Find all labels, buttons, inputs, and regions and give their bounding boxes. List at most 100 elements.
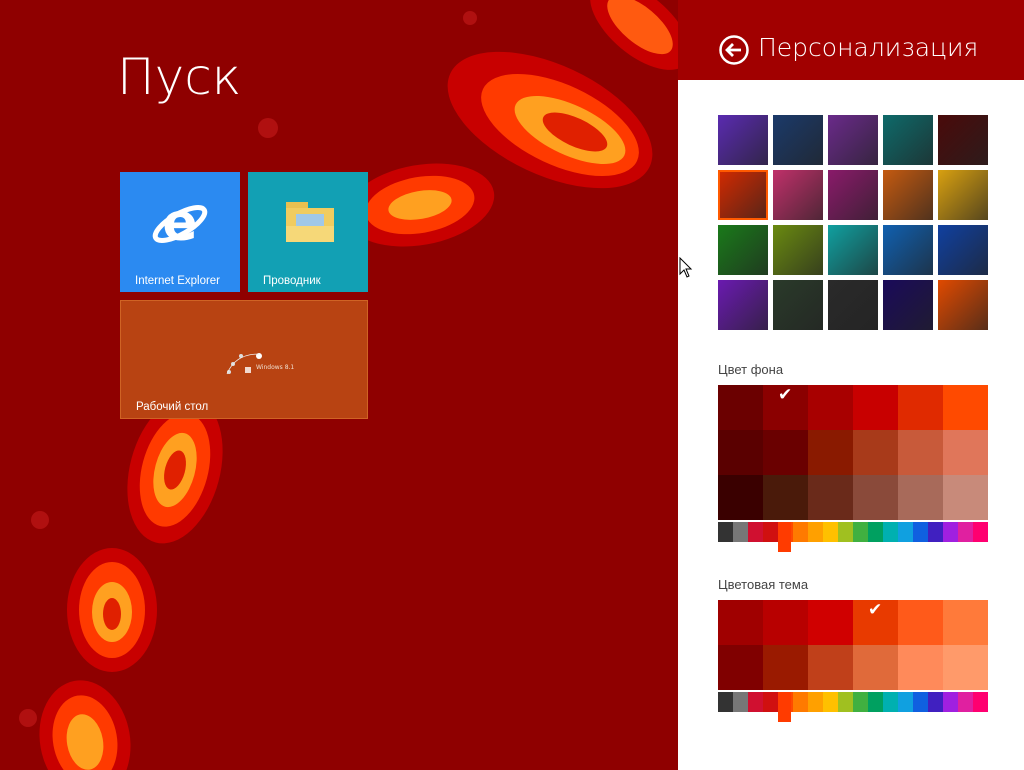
hue-strip-segment[interactable] [883, 692, 898, 712]
hue-strip-segment[interactable] [973, 692, 988, 712]
desktop-tile[interactable]: Windows 8.1 Рабочий стол [120, 300, 368, 419]
background-thumbnail[interactable] [938, 280, 988, 330]
panel-title: Персонализация [758, 33, 979, 62]
hue-strip-segment[interactable] [718, 692, 733, 712]
hue-strip-segment[interactable] [793, 692, 808, 712]
background-thumbnail[interactable] [828, 115, 878, 165]
hue-strip-segment[interactable] [763, 522, 778, 542]
start-screen: Пуск e Internet Explorer Проводник Windo… [0, 0, 678, 770]
color-swatch[interactable]: ✔ [763, 385, 808, 430]
hue-strip-segment[interactable] [823, 522, 838, 542]
background-thumbnail[interactable] [828, 280, 878, 330]
background-thumbnail[interactable] [718, 115, 768, 165]
hue-strip-segment[interactable] [943, 692, 958, 712]
color-swatch[interactable] [763, 430, 808, 475]
hue-strip-segment[interactable] [823, 692, 838, 712]
hue-strip-segment[interactable] [898, 522, 913, 542]
desktop-preview-text: Windows 8.1 [256, 364, 295, 371]
hue-strip-segment[interactable] [958, 692, 973, 712]
color-swatch[interactable] [763, 645, 808, 690]
personalization-panel: Персонализация Цвет фона ✔ Цветовая тема… [678, 0, 1024, 770]
color-swatch[interactable]: ✔ [853, 600, 898, 645]
color-swatch[interactable] [718, 430, 763, 475]
background-thumbnail[interactable] [883, 115, 933, 165]
hue-strip-segment[interactable] [838, 692, 853, 712]
color-swatch[interactable] [898, 430, 943, 475]
background-thumbnail[interactable] [938, 225, 988, 275]
checkmark-icon: ✔ [778, 385, 793, 405]
color-swatch[interactable] [718, 475, 763, 520]
color-swatch[interactable] [898, 385, 943, 430]
background-thumbnail[interactable] [718, 170, 768, 220]
background-thumbnail[interactable] [938, 115, 988, 165]
background-thumbnail[interactable] [828, 170, 878, 220]
color-swatch[interactable] [808, 430, 853, 475]
color-swatch[interactable] [853, 430, 898, 475]
hue-strip-segment[interactable] [943, 522, 958, 542]
hue-strip-segment[interactable] [868, 522, 883, 542]
hue-strip-segment[interactable] [883, 522, 898, 542]
hue-strip-segment[interactable] [808, 692, 823, 712]
color-swatch[interactable] [763, 475, 808, 520]
start-title: Пуск [117, 48, 242, 106]
hue-slider-thumb[interactable] [778, 692, 791, 722]
hue-strip-segment[interactable] [853, 692, 868, 712]
hue-strip-segment[interactable] [913, 692, 928, 712]
hue-slider-thumb[interactable] [778, 522, 791, 552]
color-swatch[interactable] [898, 475, 943, 520]
color-swatch[interactable] [853, 645, 898, 690]
background-thumbnail[interactable] [773, 115, 823, 165]
background-thumbnail[interactable] [718, 280, 768, 330]
background-thumbnail[interactable] [883, 225, 933, 275]
background-thumbnail[interactable] [938, 170, 988, 220]
hue-strip-segment[interactable] [928, 522, 943, 542]
internet-explorer-tile[interactable]: e Internet Explorer [120, 172, 240, 292]
hue-strip-segment[interactable] [748, 522, 763, 542]
color-swatch[interactable] [853, 385, 898, 430]
hue-strip-segment[interactable] [763, 692, 778, 712]
hue-strip-segment[interactable] [913, 522, 928, 542]
hue-strip-segment[interactable] [733, 522, 748, 542]
hue-strip-segment[interactable] [868, 692, 883, 712]
hue-strip-segment[interactable] [808, 522, 823, 542]
color-swatch[interactable] [943, 385, 988, 430]
color-swatch[interactable] [943, 600, 988, 645]
color-swatch[interactable] [808, 475, 853, 520]
panel-header: Персонализация [678, 0, 1024, 80]
hue-strip-segment[interactable] [733, 692, 748, 712]
color-swatch[interactable] [808, 600, 853, 645]
color-swatch[interactable] [853, 475, 898, 520]
explorer-tile[interactable]: Проводник [248, 172, 368, 292]
color-swatch[interactable] [718, 385, 763, 430]
back-arrow-icon[interactable] [718, 34, 750, 66]
color-swatch[interactable] [943, 645, 988, 690]
svg-text:e: e [162, 194, 197, 253]
hue-strip-segment[interactable] [853, 522, 868, 542]
hue-strip-segment[interactable] [958, 522, 973, 542]
background-thumbnail[interactable] [773, 225, 823, 275]
hue-strip-segment[interactable] [898, 692, 913, 712]
color-swatch[interactable] [898, 600, 943, 645]
background-thumbnail[interactable] [718, 225, 768, 275]
color-swatch[interactable] [763, 600, 808, 645]
color-swatch[interactable] [943, 430, 988, 475]
color-swatch[interactable] [898, 645, 943, 690]
background-thumbnail[interactable] [883, 170, 933, 220]
background-thumbnail[interactable] [773, 280, 823, 330]
color-swatch[interactable] [718, 600, 763, 645]
color-swatch[interactable] [718, 645, 763, 690]
color-swatch[interactable] [808, 385, 853, 430]
hue-strip-segment[interactable] [748, 692, 763, 712]
background-thumbnail[interactable] [883, 280, 933, 330]
hue-strip-segment[interactable] [838, 522, 853, 542]
background-thumbnail[interactable] [773, 170, 823, 220]
background-thumbnail[interactable] [828, 225, 878, 275]
hue-strip-segment[interactable] [718, 522, 733, 542]
color-swatch[interactable] [808, 645, 853, 690]
hue-strip-segment[interactable] [973, 522, 988, 542]
hue-strip-segment[interactable] [928, 692, 943, 712]
background-color-label: Цвет фона [718, 362, 784, 377]
folder-icon [286, 202, 334, 242]
color-swatch[interactable] [943, 475, 988, 520]
hue-strip-segment[interactable] [793, 522, 808, 542]
